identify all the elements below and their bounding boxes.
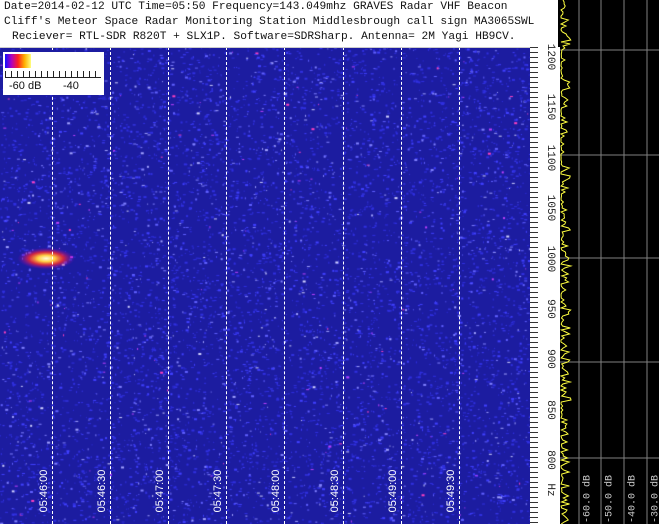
time-tick-label: 05:48:00: [270, 464, 282, 518]
time-tick-text: 05:49:30: [444, 469, 457, 513]
time-gridline: [110, 47, 112, 524]
time-gridline: [226, 47, 228, 524]
time-gridline: [458, 47, 460, 524]
frequency-tick-label: 850: [540, 395, 560, 425]
frequency-unit-label: Hz: [540, 475, 560, 505]
time-tick-label: 05:46:30: [96, 464, 108, 518]
frequency-tick-label: 1150: [540, 92, 560, 122]
frequency-tick-text: 1200: [544, 43, 556, 71]
time-tick-label: 05:49:30: [445, 464, 457, 518]
time-tick-text: 05:48:30: [328, 469, 341, 513]
time-gridline: [400, 47, 402, 524]
frequency-tick-label: 950: [540, 294, 560, 324]
time-tick-text: 05:46:30: [96, 469, 109, 513]
frequency-tick-text: 900: [544, 349, 556, 370]
time-tick-label: 05:48:30: [329, 464, 341, 518]
spectrogram-window: 05:46:00 05:46:30 05:47:00 05:47:30 05:48:00…: [0, 0, 659, 524]
frequency-tick-label: 1100: [540, 143, 560, 173]
color-bar: [5, 54, 31, 68]
time-gridline: [284, 47, 286, 524]
time-tick-text: 05:47:30: [212, 469, 225, 513]
time-tick-text: 05:46:00: [38, 469, 50, 513]
frequency-tick-text: 950: [544, 298, 556, 319]
frequency-tick-label: 800: [540, 445, 560, 475]
time-tick-label: 05:47:30: [212, 464, 224, 518]
frequency-tick-label: 1200: [540, 42, 560, 72]
frequency-tick-text: 1000: [544, 245, 556, 272]
time-gridline: [168, 47, 170, 524]
time-gridline: [52, 47, 53, 524]
spectrum-trace: [560, 0, 573, 524]
db-tick-label: -30.0 dB: [649, 474, 659, 524]
db-tick-text: -40.0 dB: [627, 474, 639, 524]
header-line-date: Date=2014-02-12 UTC Time=05:50 Frequency…: [4, 1, 508, 13]
header-line-station: Cliff's Meteor Space Radar Monitoring St…: [4, 16, 535, 28]
frequency-tick-text: 800: [544, 450, 556, 470]
db-tick-label: -40.0 dB: [626, 474, 640, 524]
header-line-receiver: Reciever= RTL-SDR R820T + SLX1P. Softwar…: [12, 31, 516, 43]
time-tick-label: 05:49:00: [387, 464, 399, 518]
spectrum-panel: [560, 0, 659, 524]
db-tick-text: -50.0 dB: [604, 474, 616, 524]
frequency-tick-text: 1050: [544, 194, 556, 222]
color-scale-legend: -60 dB -40: [3, 52, 104, 95]
db-tick-text: -30.0 dB: [650, 474, 659, 524]
frequency-tick-label: 1050: [540, 193, 560, 223]
time-tick-text: 05:49:00: [386, 469, 399, 513]
frequency-tick-text: 1100: [544, 144, 556, 171]
time-tick-text: 05:47:00: [154, 469, 167, 513]
info-header: Date=2014-02-12 UTC Time=05:50 Frequency…: [0, 0, 558, 48]
frequency-unit-text: Hz: [544, 483, 556, 497]
frequency-tick-text: 1150: [544, 94, 556, 121]
db-tick-label: -50.0 dB: [603, 474, 617, 524]
time-tick-label: 05:47:00: [154, 464, 166, 518]
db-tick-label: -60.0 dB: [581, 474, 595, 524]
frequency-tick-label: 900: [540, 344, 560, 374]
frequency-tick-text: 850: [544, 399, 556, 420]
db-tick-text: -60.0 dB: [582, 474, 594, 524]
time-tick-text: 05:48:00: [270, 469, 283, 513]
time-tick-label: 05:46:00: [38, 464, 50, 518]
legend-min-label: -60 dB: [9, 80, 42, 92]
frequency-tick-label: 1000: [540, 244, 560, 274]
legend-ticks: [5, 71, 101, 78]
time-gridline: [342, 47, 344, 524]
legend-max-label: -40: [63, 80, 79, 92]
